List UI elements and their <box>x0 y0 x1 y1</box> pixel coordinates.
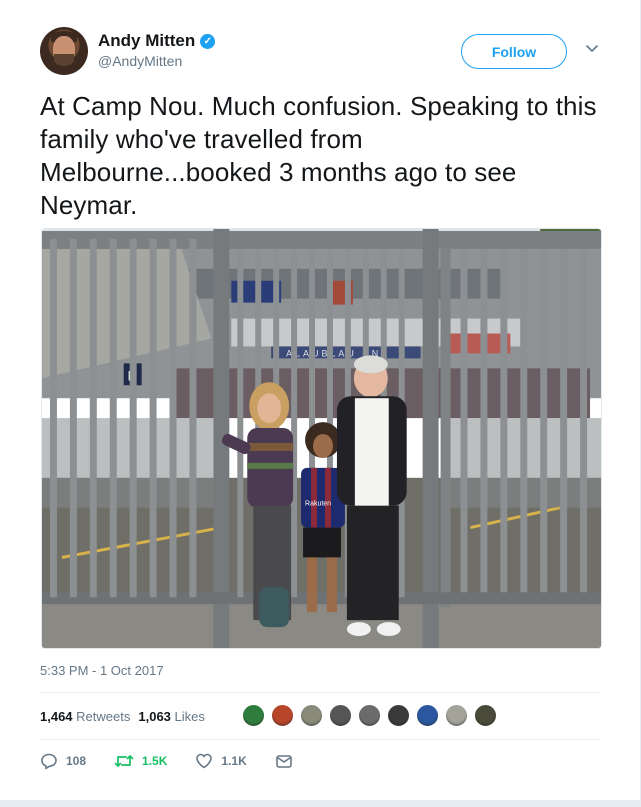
divider-top <box>40 692 601 693</box>
message-button[interactable] <box>275 752 293 770</box>
engagement-stats: 1,464 Retweets 1,063 Likes <box>40 709 205 724</box>
heart-icon <box>196 753 213 769</box>
verified-badge-icon: ✓ <box>200 33 216 49</box>
author-avatar[interactable] <box>40 27 88 75</box>
retweet-count: 1.5K <box>142 754 168 768</box>
tweet-card: Andy Mitten ✓ @AndyMitten Follow At Camp… <box>0 0 641 800</box>
liker-avatar[interactable] <box>445 704 468 727</box>
retweet-icon <box>114 755 134 767</box>
like-count: 1.1K <box>221 754 247 768</box>
gate-post-right <box>422 229 439 648</box>
avatar-beard <box>54 54 74 66</box>
gate-top-rail <box>42 230 601 249</box>
retweet-button[interactable]: 1.5K <box>114 752 167 770</box>
person-man <box>336 355 407 637</box>
tweet-text: At Camp Nou. Much confusion. Speaking to… <box>40 91 597 220</box>
divider-bottom <box>40 739 601 740</box>
gate-bottom-rail <box>42 592 601 605</box>
likes-label: Likes <box>174 709 205 724</box>
author-name[interactable]: Andy Mitten ✓ <box>98 31 216 51</box>
reply-button[interactable]: 108 <box>40 752 86 770</box>
liker-avatar[interactable] <box>300 704 323 727</box>
likes-stat[interactable]: 1,063 Likes <box>138 709 205 724</box>
child-shirt-text: Rakuten <box>305 501 331 508</box>
liker-avatar[interactable] <box>474 704 497 727</box>
stadium-red-band <box>440 333 511 354</box>
like-button[interactable]: 1.1K <box>195 752 247 770</box>
liker-avatar[interactable] <box>358 704 381 727</box>
follow-button[interactable]: Follow <box>461 34 567 69</box>
page-background-strip <box>0 800 641 807</box>
tweet-actions: 108 1.5K 1.1K <box>40 752 321 770</box>
reply-icon <box>41 753 57 770</box>
liker-avatar[interactable] <box>387 704 410 727</box>
author-name-text[interactable]: Andy Mitten <box>98 31 195 51</box>
liker-avatar[interactable] <box>329 704 352 727</box>
likes-count: 1,063 <box>138 709 171 724</box>
liker-avatars <box>242 704 497 727</box>
liker-avatar[interactable] <box>242 704 265 727</box>
retweets-count: 1,464 <box>40 709 73 724</box>
retweets-stat[interactable]: 1,464 Retweets <box>40 709 130 724</box>
tweet-photo[interactable]: ALAUBLAU RN P <box>41 228 602 649</box>
reply-count: 108 <box>66 754 87 768</box>
chevron-down-icon[interactable] <box>585 42 599 56</box>
liker-avatar[interactable] <box>271 704 294 727</box>
liker-avatar[interactable] <box>416 704 439 727</box>
photo-pavement <box>42 597 601 648</box>
tweet-timestamp[interactable]: 5:33 PM - 1 Oct 2017 <box>40 663 164 678</box>
retweets-label: Retweets <box>76 709 131 724</box>
author-handle[interactable]: @AndyMitten <box>98 53 182 69</box>
gate-post-center <box>440 248 451 608</box>
gate-lower-panel-left <box>42 418 214 508</box>
message-icon <box>275 755 292 768</box>
